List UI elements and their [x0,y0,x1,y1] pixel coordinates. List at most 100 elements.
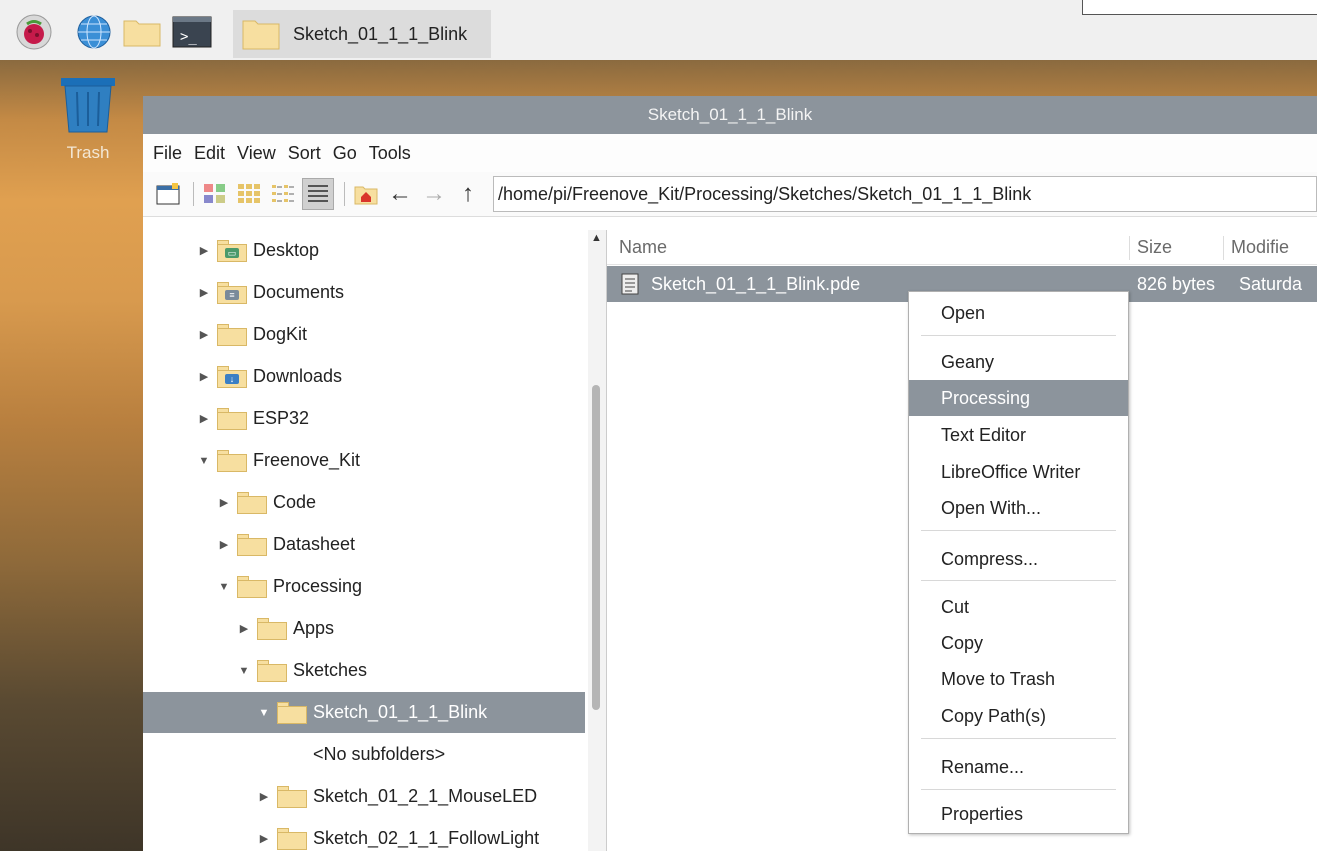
tree-item-documents[interactable]: ▶ ≡ Documents [197,272,585,313]
scrollbar-thumb[interactable] [592,385,600,710]
path-text: /home/pi/Freenove_Kit/Processing/Sketche… [498,183,1032,204]
back-button[interactable]: ← [385,179,415,209]
menu-bar: File Edit View Sort Go Tools [143,134,1317,172]
menu-item-text-editor[interactable]: Text Editor [909,417,1128,453]
menu-separator [921,738,1116,739]
file-modified: Saturda [1239,273,1303,294]
trash-icon [61,78,115,133]
taskbar-window-button[interactable]: Sketch_01_1_1_Blink [233,10,491,58]
folder-icon[interactable] [122,12,162,52]
tree-item-processing[interactable]: ▼ Processing [217,566,585,607]
menu-edit[interactable]: Edit [194,143,225,164]
folder-tree: ▶ ▭ Desktop ▶ ≡ Documents ▶ DogKit ▶ ↓ D… [143,230,607,851]
up-button[interactable]: ↑ [453,179,483,209]
list-view-button[interactable] [302,178,334,210]
menu-view[interactable]: View [237,143,276,164]
menu-item-properties[interactable]: Properties [909,796,1128,832]
tree-item-dogkit[interactable]: ▶ DogKit [197,314,585,355]
tree-item-freenove-kit[interactable]: ▼ Freenove_Kit [197,440,585,481]
arrow-left-icon: ← [388,180,412,207]
expand-arrow-icon[interactable]: ▶ [197,244,211,257]
home-button[interactable] [351,179,381,209]
column-divider[interactable] [1223,236,1224,260]
thumbnail-view-button[interactable] [234,179,264,209]
toolbar-separator [193,182,194,206]
forward-button[interactable]: → [419,179,449,209]
menu-item-copy-paths[interactable]: Copy Path(s) [909,698,1128,734]
tree-item-sketch-02-1-1-followlight[interactable]: ▶ Sketch_02_1_1_FollowLight [257,818,585,851]
folder-icon [277,701,307,724]
expand-arrow-icon[interactable]: ▶ [257,832,271,845]
expand-arrow-icon[interactable]: ▶ [217,496,231,509]
arrow-right-icon: → [422,180,446,207]
menu-go[interactable]: Go [333,143,357,164]
tree-item-label: ESP32 [253,408,310,428]
folder-icon [237,533,267,556]
raspberry-icon[interactable] [14,12,54,52]
tree-item-desktop[interactable]: ▶ ▭ Desktop [197,230,585,271]
menu-tools[interactable]: Tools [369,143,411,164]
svg-text:>_: >_ [180,29,197,45]
tree-scrollbar[interactable]: ▲ [588,230,606,851]
expand-arrow-icon[interactable]: ▶ [217,538,231,551]
icon-view-button[interactable] [200,179,230,209]
menu-item-open-with[interactable]: Open With... [909,490,1128,526]
context-menu: Open Geany Processing Text Editor LibreO… [908,291,1129,834]
expand-arrow-icon[interactable]: ▶ [197,286,211,299]
taskbar: >_ Sketch_01_1_1_Blink [0,0,1317,60]
path-input[interactable]: /home/pi/Freenove_Kit/Processing/Sketche… [493,176,1317,212]
expand-arrow-icon[interactable]: ▶ [237,622,251,635]
tree-item-apps[interactable]: ▶ Apps [237,608,585,649]
collapse-arrow-icon[interactable]: ▼ [257,707,271,719]
column-header-size[interactable]: Size [1137,237,1172,258]
new-window-button[interactable] [153,179,183,209]
collapse-arrow-icon[interactable]: ▼ [237,665,251,677]
menu-item-processing[interactable]: Processing [909,380,1128,416]
expand-arrow-icon[interactable]: ▶ [257,790,271,803]
menu-sort[interactable]: Sort [288,143,321,164]
column-divider[interactable] [1129,236,1130,260]
folder-icon [277,827,307,850]
compact-view-button[interactable] [268,179,298,209]
tree-item-esp32[interactable]: ▶ ESP32 [197,398,585,439]
tree-item-no-subfolders: <No subfolders> [313,734,585,775]
documents-folder-icon: ≡ [217,281,247,304]
trash-desktop-icon[interactable]: Trash [56,76,120,163]
collapse-arrow-icon[interactable]: ▼ [197,455,211,467]
tree-item-code[interactable]: ▶ Code [217,482,585,523]
menu-item-compress[interactable]: Compress... [909,541,1128,577]
column-header-name[interactable]: Name [619,237,667,258]
list-header: Name Size Modifie [607,230,1317,265]
menu-item-open[interactable]: Open [909,295,1128,331]
menu-item-move-to-trash[interactable]: Move to Trash [909,661,1128,697]
menu-item-rename[interactable]: Rename... [909,749,1128,785]
window-titlebar[interactable]: Sketch_01_1_1_Blink [143,96,1317,134]
tree-item-downloads[interactable]: ▶ ↓ Downloads [197,356,585,397]
arrow-up-icon: ↑ [462,180,474,207]
tree-item-sketches[interactable]: ▼ Sketches [237,650,585,691]
tree-item-datasheet[interactable]: ▶ Datasheet [217,524,585,565]
folder-icon [237,575,267,598]
text-file-icon [621,273,639,295]
menu-item-copy[interactable]: Copy [909,625,1128,661]
expand-arrow-icon[interactable]: ▶ [197,412,211,425]
expand-arrow-icon[interactable]: ▶ [197,370,211,383]
menu-item-libreoffice-writer[interactable]: LibreOffice Writer [909,454,1128,490]
folder-icon [217,323,247,346]
menu-separator [921,580,1116,581]
expand-arrow-icon[interactable]: ▶ [197,328,211,341]
globe-icon[interactable] [74,12,114,52]
collapse-arrow-icon[interactable]: ▼ [217,581,231,593]
scroll-up-arrow-icon[interactable]: ▲ [591,232,602,244]
folder-icon [217,449,247,472]
terminal-icon[interactable]: >_ [172,12,212,52]
tree-item-sketch-01-2-1-mouseled[interactable]: ▶ Sketch_01_2_1_MouseLED [257,776,585,817]
tree-item-sketch-01-1-1-blink[interactable]: ▼ Sketch_01_1_1_Blink [143,692,585,733]
column-header-modified[interactable]: Modifie [1231,237,1289,258]
menu-item-geany[interactable]: Geany [909,344,1128,380]
new-window-icon [156,183,180,205]
tree-item-label: Freenove_Kit [253,450,361,470]
menu-file[interactable]: File [153,143,182,164]
compact-view-icon [272,185,294,202]
menu-item-cut[interactable]: Cut [909,589,1128,625]
